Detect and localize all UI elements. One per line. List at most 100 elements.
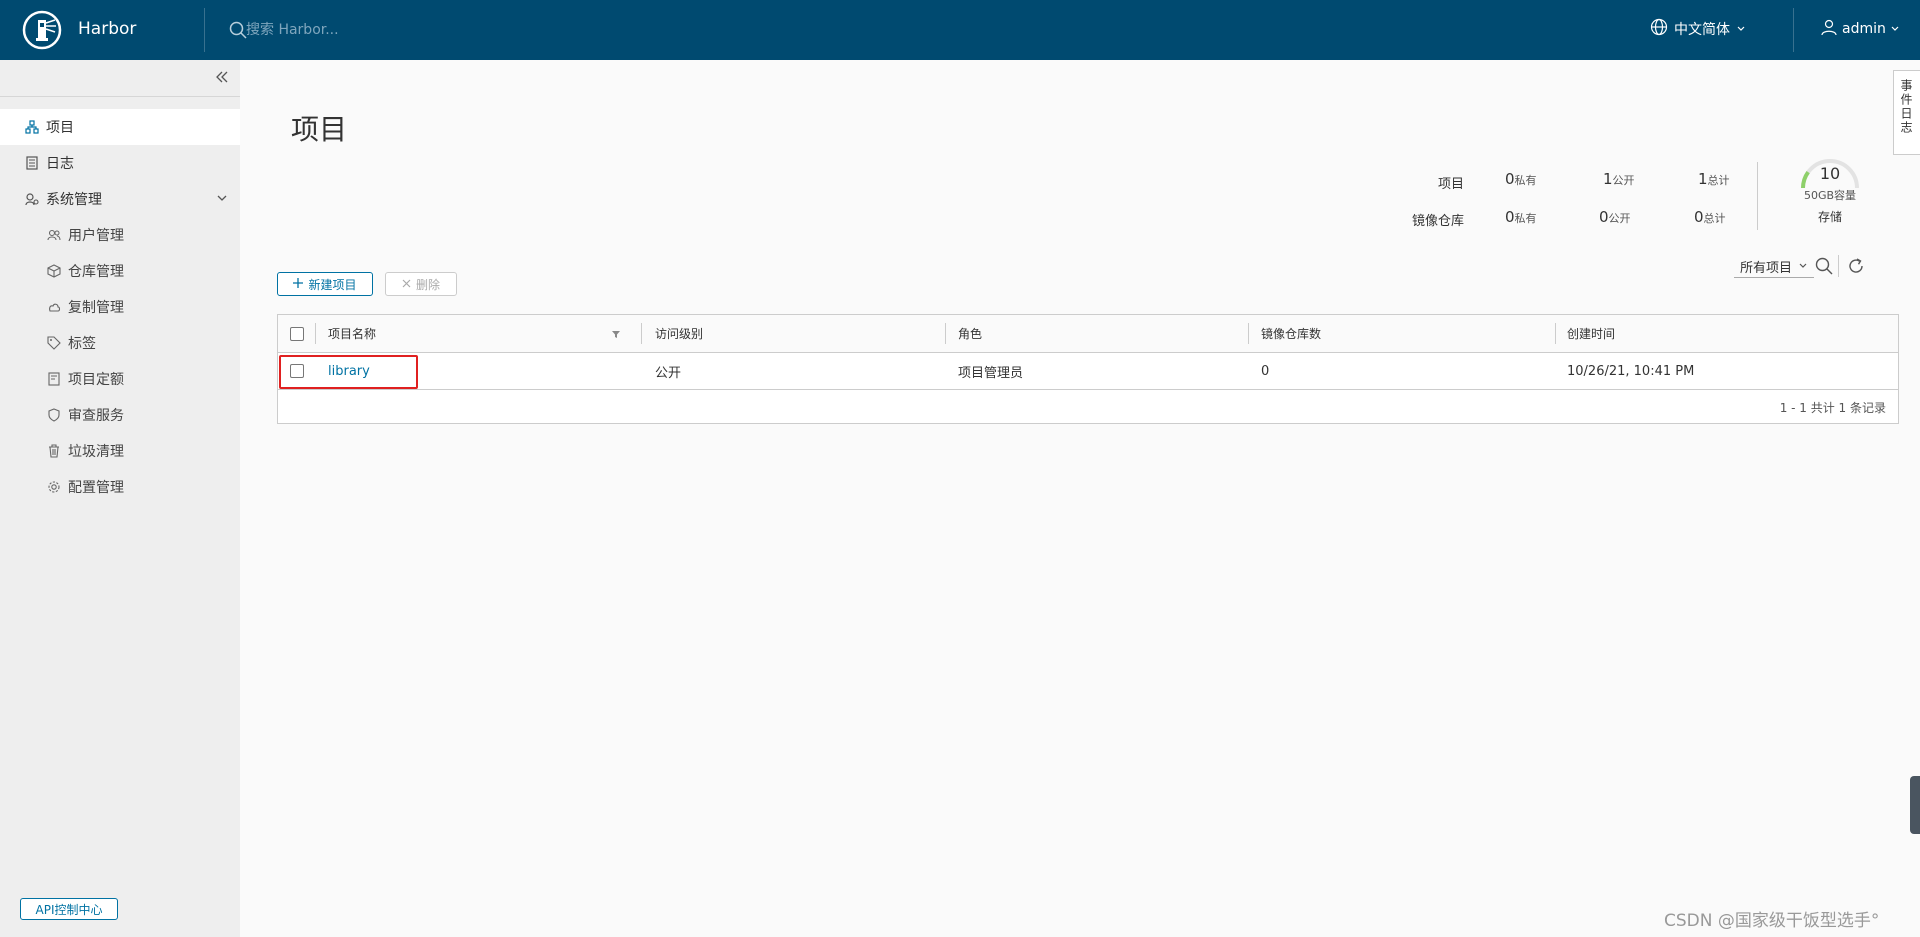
sidebar-item-label: 审查服务 xyxy=(68,408,124,424)
language-label: 中文简体 xyxy=(1674,22,1730,38)
column-header-name[interactable]: 项目名称 xyxy=(328,315,376,352)
admin-icon xyxy=(24,191,40,207)
stats-divider xyxy=(1757,162,1758,230)
stat-label-repos: 镜像仓库 xyxy=(1411,214,1464,229)
double-chevron-left-icon[interactable] xyxy=(214,69,230,89)
trash-icon xyxy=(46,443,62,459)
stat-projects-public: 1公开 xyxy=(1603,170,1635,188)
api-explorer-button[interactable]: API控制中心 xyxy=(20,898,118,920)
user-menu[interactable]: admin xyxy=(1820,18,1900,40)
quota-icon xyxy=(46,371,62,387)
toolbar-divider xyxy=(1838,255,1839,277)
sidebar-item-label: 日志 xyxy=(46,156,74,172)
watermark: CSDN @国家级干饭型选手° xyxy=(1664,911,1880,931)
column-separator xyxy=(641,323,642,344)
sidebar-item-label: 复制管理 xyxy=(68,300,124,316)
close-icon xyxy=(402,277,411,291)
logs-icon xyxy=(24,155,40,171)
refresh-icon[interactable] xyxy=(1847,257,1865,279)
chevron-down-icon xyxy=(1890,21,1900,37)
users-icon xyxy=(46,227,62,243)
header-bar: Harbor 中文简体 admin xyxy=(0,0,1920,60)
sidebar-item-label: 项目定额 xyxy=(68,372,124,388)
sidebar-item-scanners[interactable]: 审查服务 xyxy=(0,397,240,433)
table-header: 项目名称 访问级别 角色 镜像仓库数 创建时间 xyxy=(278,315,1898,353)
projects-table: 项目名称 访问级别 角色 镜像仓库数 创建时间 library 公开 项目管理员… xyxy=(277,314,1899,424)
stat-projects-total: 1总计 xyxy=(1698,170,1730,188)
side-drawer-handle[interactable] xyxy=(1910,776,1920,834)
plus-icon xyxy=(293,277,304,291)
column-header-repo-count[interactable]: 镜像仓库数 xyxy=(1261,315,1321,352)
sidebar-item-label: 配置管理 xyxy=(68,480,124,496)
select-all-cell xyxy=(290,315,304,352)
gauge-value: 10 xyxy=(1819,164,1841,183)
sidebar: 项目 日志 系统管理 用户管理 仓库管理 复制管理 标签 项目定额 审查服务 垃… xyxy=(0,60,240,937)
repo-count-cell: 0 xyxy=(1261,363,1270,379)
globe-icon xyxy=(1650,18,1668,40)
sidebar-item-label: 系统管理 xyxy=(46,192,102,208)
highlight-box xyxy=(279,355,418,389)
sidebar-item-logs[interactable]: 日志 xyxy=(0,145,240,181)
sidebar-item-tags[interactable]: 标签 xyxy=(0,325,240,361)
column-separator xyxy=(945,323,946,344)
sidebar-item-config[interactable]: 配置管理 xyxy=(0,469,240,505)
stat-projects-private: 0私有 xyxy=(1505,170,1537,188)
tag-icon xyxy=(46,335,62,351)
table-footer: 1 - 1 共计 1 条记录 xyxy=(1779,401,1886,415)
chevron-down-icon xyxy=(1798,259,1808,274)
sidebar-collapse-bar xyxy=(0,60,240,97)
username: admin xyxy=(1842,21,1886,37)
column-header-role[interactable]: 角色 xyxy=(958,315,982,352)
sidebar-item-quotas[interactable]: 项目定额 xyxy=(0,361,240,397)
column-separator xyxy=(315,323,316,344)
stat-repos-public: 0公开 xyxy=(1599,208,1631,226)
search-input[interactable] xyxy=(246,17,646,43)
column-separator xyxy=(1248,323,1249,344)
table-row[interactable]: library 公开 项目管理员 0 10/26/21, 10:41 PM xyxy=(278,353,1898,390)
sidebar-item-projects[interactable]: 项目 xyxy=(0,109,240,145)
created-time-cell: 10/26/21, 10:41 PM xyxy=(1567,363,1695,379)
stat-repos-total: 0总计 xyxy=(1694,208,1726,226)
new-project-button[interactable]: 新建项目 xyxy=(277,272,373,296)
header-divider xyxy=(204,8,205,52)
filter-selected-label: 所有项目 xyxy=(1740,261,1793,276)
gauge-title: 存储 xyxy=(1817,210,1842,224)
event-log-tab-label: 事件日志 xyxy=(1899,79,1913,135)
select-all-checkbox[interactable] xyxy=(290,326,304,341)
projects-icon xyxy=(24,119,40,135)
delete-label: 删除 xyxy=(415,277,440,292)
role-cell: 项目管理员 xyxy=(958,365,1024,381)
registry-icon xyxy=(46,263,62,279)
sidebar-item-gc[interactable]: 垃圾清理 xyxy=(0,433,240,469)
sidebar-item-registries[interactable]: 仓库管理 xyxy=(0,253,240,289)
replication-icon xyxy=(46,299,62,315)
filter-icon[interactable] xyxy=(611,315,621,352)
sidebar-item-label: 标签 xyxy=(68,336,96,352)
search-icon[interactable] xyxy=(229,21,247,43)
harbor-logo[interactable] xyxy=(22,10,62,50)
event-log-tab[interactable]: 事件日志 xyxy=(1893,70,1920,155)
gauge-caption: 50GB容量 xyxy=(1803,189,1857,202)
column-header-created[interactable]: 创建时间 xyxy=(1567,315,1615,352)
access-level-cell: 公开 xyxy=(655,365,682,381)
column-header-access[interactable]: 访问级别 xyxy=(655,315,703,352)
stat-repos-private: 0私有 xyxy=(1505,208,1537,226)
search-icon[interactable] xyxy=(1815,257,1833,279)
sidebar-item-label: 项目 xyxy=(46,120,74,136)
header-divider xyxy=(1793,8,1794,52)
sidebar-item-label: 用户管理 xyxy=(68,228,124,244)
sidebar-item-users[interactable]: 用户管理 xyxy=(0,217,240,253)
sidebar-item-replications[interactable]: 复制管理 xyxy=(0,289,240,325)
chevron-down-icon xyxy=(1736,21,1746,37)
stat-label-projects: 项目 xyxy=(1437,177,1464,192)
shield-icon xyxy=(46,407,62,423)
column-separator xyxy=(1555,323,1556,344)
delete-button[interactable]: 删除 xyxy=(385,272,457,296)
sidebar-item-admin[interactable]: 系统管理 xyxy=(0,181,240,217)
language-selector[interactable]: 中文简体 xyxy=(1650,18,1746,40)
sidebar-item-label: 仓库管理 xyxy=(68,264,124,280)
project-filter-select[interactable]: 所有项目 xyxy=(1734,256,1814,278)
page-title: 项目 xyxy=(291,113,348,146)
brand-name[interactable]: Harbor xyxy=(78,19,136,39)
user-icon xyxy=(1820,18,1838,40)
